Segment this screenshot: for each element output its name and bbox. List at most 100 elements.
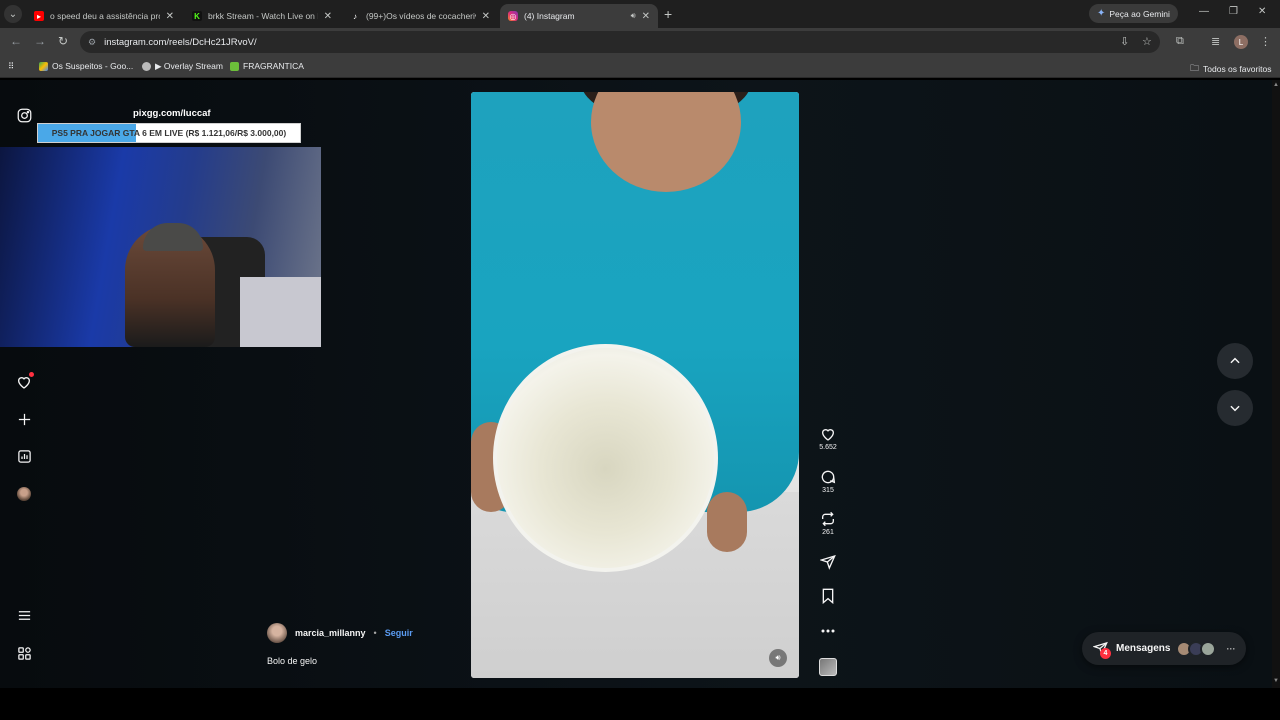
chevron-up-icon — [1230, 357, 1240, 364]
donation-link: pixgg.com/luccaf — [133, 108, 211, 119]
minimize-button[interactable]: — — [1199, 6, 1209, 17]
next-reel-button[interactable] — [1217, 390, 1253, 426]
previous-reel-button[interactable] — [1217, 343, 1253, 379]
insights-icon[interactable] — [16, 448, 32, 464]
reel-video[interactable]: 🔊︎ — [471, 92, 799, 678]
author-avatar[interactable] — [267, 623, 287, 643]
close-icon[interactable]: ✕ — [642, 11, 650, 22]
streamer-cap — [143, 223, 203, 251]
tab-tiktok[interactable]: ♪ (99+)Os vídeos de cocacheriver ✕ — [342, 4, 498, 28]
tab-title: (99+)Os vídeos de cocacheriver — [366, 11, 476, 21]
messages-button[interactable]: 4 Mensagens ··· — [1082, 632, 1246, 665]
chevron-down-icon — [1230, 405, 1240, 412]
scroll-down-icon[interactable]: ▼ — [1273, 678, 1279, 684]
profile-avatar[interactable]: L — [1234, 35, 1248, 49]
back-button[interactable]: ← — [10, 34, 22, 48]
gemini-icon: ✦ — [1097, 8, 1106, 19]
author-username[interactable]: marcia_millanny — [295, 628, 366, 638]
forward-button[interactable]: → — [34, 34, 46, 48]
tab-kick[interactable]: K brkk Stream - Watch Live on Ki ✕ — [184, 4, 340, 28]
comment-button[interactable]: 315 — [813, 468, 843, 494]
more-apps-icon[interactable] — [16, 645, 32, 661]
more-dots-icon: ··· — [1226, 643, 1236, 654]
tiktok-icon: ♪ — [353, 11, 357, 21]
tab-instagram[interactable]: ◎ (4) Instagram 🔊︎ ✕ — [500, 4, 658, 28]
repost-button[interactable]: 261 — [813, 510, 843, 536]
like-count: 5.652 — [819, 444, 837, 451]
like-button[interactable]: 5.652 — [813, 425, 843, 451]
all-bookmarks-label: Todos os favoritos — [1203, 64, 1272, 74]
fragrantica-icon — [230, 61, 239, 71]
save-button[interactable] — [813, 587, 843, 605]
tab-youtube[interactable]: ▸ o speed deu a assistência pro h ✕ — [26, 4, 182, 28]
bookmark-label: FRAGRANTICA — [243, 61, 304, 71]
video-bowl — [493, 344, 718, 572]
all-bookmarks[interactable]: 🗀︎ Todos os favoritos — [1190, 61, 1272, 77]
notification-dot — [29, 372, 34, 377]
menu-icon[interactable] — [16, 607, 32, 623]
bookmark-fragrantica[interactable]: FRAGRANTICA — [230, 61, 304, 71]
send-icon — [819, 553, 837, 571]
bookmark-label: Os Suspeitos - Goo... — [52, 61, 134, 71]
instagram-logo-icon[interactable] — [16, 107, 32, 123]
speaker-icon[interactable]: 🔊︎ — [769, 649, 787, 667]
create-icon[interactable] — [16, 411, 32, 427]
reel-caption: Bolo de gelo — [267, 656, 318, 666]
bookmark-label: ▶ Overlay Stream — [155, 61, 223, 71]
comment-icon — [819, 468, 837, 486]
heart-icon[interactable] — [16, 372, 34, 390]
bookmarks-bar: ⠿ Os Suspeitos - Goo... ▶ Overlay Stream… — [0, 56, 1280, 78]
bookmark-star-icon[interactable]: ☆ — [1142, 35, 1152, 48]
address-bar[interactable]: ⚙ instagram.com/reels/DcHc21JRvoV/ — [80, 31, 1160, 53]
repost-count: 261 — [822, 529, 834, 536]
install-app-icon[interactable]: ⇩ — [1120, 35, 1129, 48]
webcam-feed — [0, 147, 321, 347]
messages-badge: 4 — [1100, 647, 1111, 659]
restore-button[interactable]: ❐ — [1229, 6, 1238, 17]
drive-icon — [39, 61, 48, 71]
repost-icon — [819, 510, 837, 528]
site-settings-icon[interactable]: ⚙ — [88, 37, 96, 48]
menu-dots-icon[interactable]: ⋮ — [1260, 35, 1271, 48]
more-dots-icon — [819, 622, 837, 640]
bookmark-overlay-stream[interactable]: ▶ Overlay Stream — [142, 61, 223, 72]
profile-avatar[interactable] — [17, 487, 31, 501]
messenger-icon: 4 — [1092, 641, 1111, 659]
follow-button[interactable]: Seguir — [385, 628, 413, 638]
extensions-icon[interactable]: ⧉ — [1176, 35, 1184, 48]
tab-search-button[interactable]: ⌄ — [4, 5, 22, 23]
heart-icon — [819, 425, 837, 443]
reload-button[interactable]: ↻ — [58, 34, 68, 48]
tab-title: o speed deu a assistência pro h — [50, 11, 160, 21]
background-bed — [240, 277, 321, 347]
media-controls-icon[interactable]: ≣ — [1211, 35, 1220, 48]
close-window-button[interactable]: ✕ — [1258, 6, 1266, 17]
share-button[interactable] — [813, 553, 843, 571]
bookmark-icon — [819, 587, 837, 605]
donation-goal-bar: PS5 PRA JOGAR GTA 6 EM LIVE (R$ 1.121,06… — [37, 123, 301, 143]
video-hand — [707, 492, 747, 552]
bookmark-os-suspeitos[interactable]: Os Suspeitos - Goo... — [39, 61, 133, 71]
scroll-up-icon[interactable]: ▲ — [1273, 82, 1279, 88]
instagram-icon: ◎ — [508, 11, 518, 21]
close-icon[interactable]: ✕ — [166, 11, 174, 22]
folder-icon: 🗀︎ — [1190, 63, 1200, 73]
instagram-page: pixgg.com/luccaf PS5 PRA JOGAR GTA 6 EM … — [0, 80, 1272, 688]
apps-icon[interactable]: ⠿ — [8, 61, 14, 72]
message-avatars — [1176, 640, 1217, 657]
speaker-icon[interactable]: 🔊︎ — [631, 11, 636, 21]
close-icon[interactable]: ✕ — [324, 11, 332, 22]
browser-toolbar: ← → ↻ ⚙ instagram.com/reels/DcHc21JRvoV/… — [0, 28, 1280, 56]
tab-bar: ⌄ ▸ o speed deu a assistência pro h ✕ K … — [0, 0, 1280, 28]
page-scrollbar[interactable]: ▲ ▼ — [1272, 80, 1280, 688]
globe-icon — [142, 62, 151, 71]
url-text: instagram.com/reels/DcHc21JRvoV/ — [104, 36, 257, 48]
tab-title: (4) Instagram — [524, 11, 575, 21]
audio-thumbnail[interactable] — [819, 658, 837, 676]
avatar — [1200, 640, 1217, 657]
more-options-button[interactable] — [813, 622, 843, 640]
kick-icon: K — [192, 11, 202, 21]
new-tab-button[interactable]: + — [664, 6, 672, 22]
close-icon[interactable]: ✕ — [482, 11, 490, 22]
gemini-button[interactable]: ✦ Peça ao Gemini — [1089, 4, 1178, 23]
